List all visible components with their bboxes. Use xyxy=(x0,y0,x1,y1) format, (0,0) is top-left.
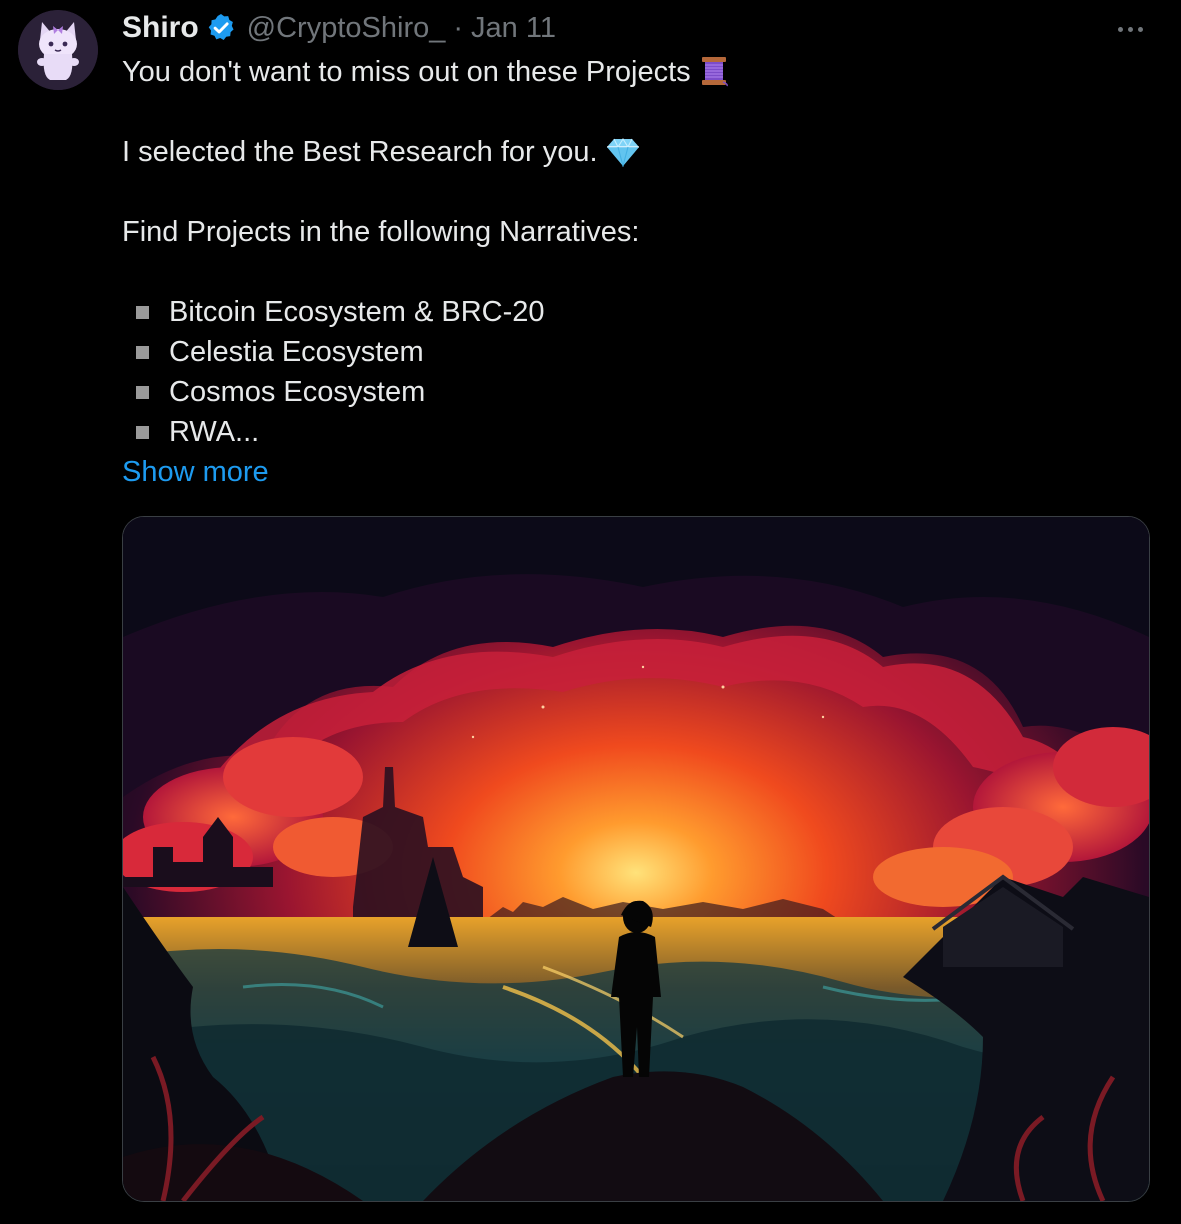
header-separator: · xyxy=(453,11,464,44)
list-item: RWA... xyxy=(122,412,1142,452)
text-line: Find Projects in the following Narrative… xyxy=(122,212,1142,252)
show-more-row: Show more xyxy=(122,452,1142,492)
tweet-header: Shiro @CryptoShiro_ · Jan 11 xyxy=(122,8,556,48)
author-handle[interactable]: @CryptoShiro_ xyxy=(247,12,446,45)
tweet[interactable]: Shiro @CryptoShiro_ · Jan 11 You don't w… xyxy=(0,0,1181,1224)
more-options-icon[interactable] xyxy=(1108,14,1152,44)
text-line-3: Find Projects in the following Narrative… xyxy=(122,216,640,248)
avatar-cat-icon xyxy=(18,10,98,90)
bullet-square-icon xyxy=(136,305,149,319)
avatar[interactable] xyxy=(18,10,98,90)
list-item-label: Bitcoin Ecosystem & BRC-20 xyxy=(169,296,545,328)
bullet-square-icon xyxy=(136,385,149,399)
text-line: You don't want to miss out on these Proj… xyxy=(122,52,1142,92)
text-line: I selected the Best Research for you. xyxy=(122,132,1142,172)
sunset-artwork-image xyxy=(123,517,1149,1201)
show-more-link[interactable]: Show more xyxy=(122,456,269,488)
media-image[interactable] xyxy=(122,516,1150,1202)
verified-badge-icon[interactable] xyxy=(205,12,237,44)
more-dot xyxy=(1137,26,1143,32)
list-item: Cosmos Ecosystem xyxy=(122,372,1142,412)
text-line-1: You don't want to miss out on these Proj… xyxy=(122,56,691,88)
post-date[interactable]: Jan 11 xyxy=(471,12,556,45)
tweet-text: You don't want to miss out on these Proj… xyxy=(122,52,1142,492)
more-dot xyxy=(1127,26,1133,32)
bullet-square-icon xyxy=(136,345,149,359)
more-dot xyxy=(1117,26,1123,32)
bullet-square-icon xyxy=(136,425,149,439)
text-line-2: I selected the Best Research for you. xyxy=(122,136,598,168)
list-item-label: Celestia Ecosystem xyxy=(169,336,424,368)
list-item-label: RWA... xyxy=(169,416,260,448)
thread-spool-icon xyxy=(699,55,729,98)
list-item: Bitcoin Ecosystem & BRC-20 xyxy=(122,292,1142,332)
list-item: Celestia Ecosystem xyxy=(122,332,1142,372)
list-item-label: Cosmos Ecosystem xyxy=(169,376,426,408)
gem-icon xyxy=(606,137,640,178)
display-name[interactable]: Shiro xyxy=(122,11,199,45)
